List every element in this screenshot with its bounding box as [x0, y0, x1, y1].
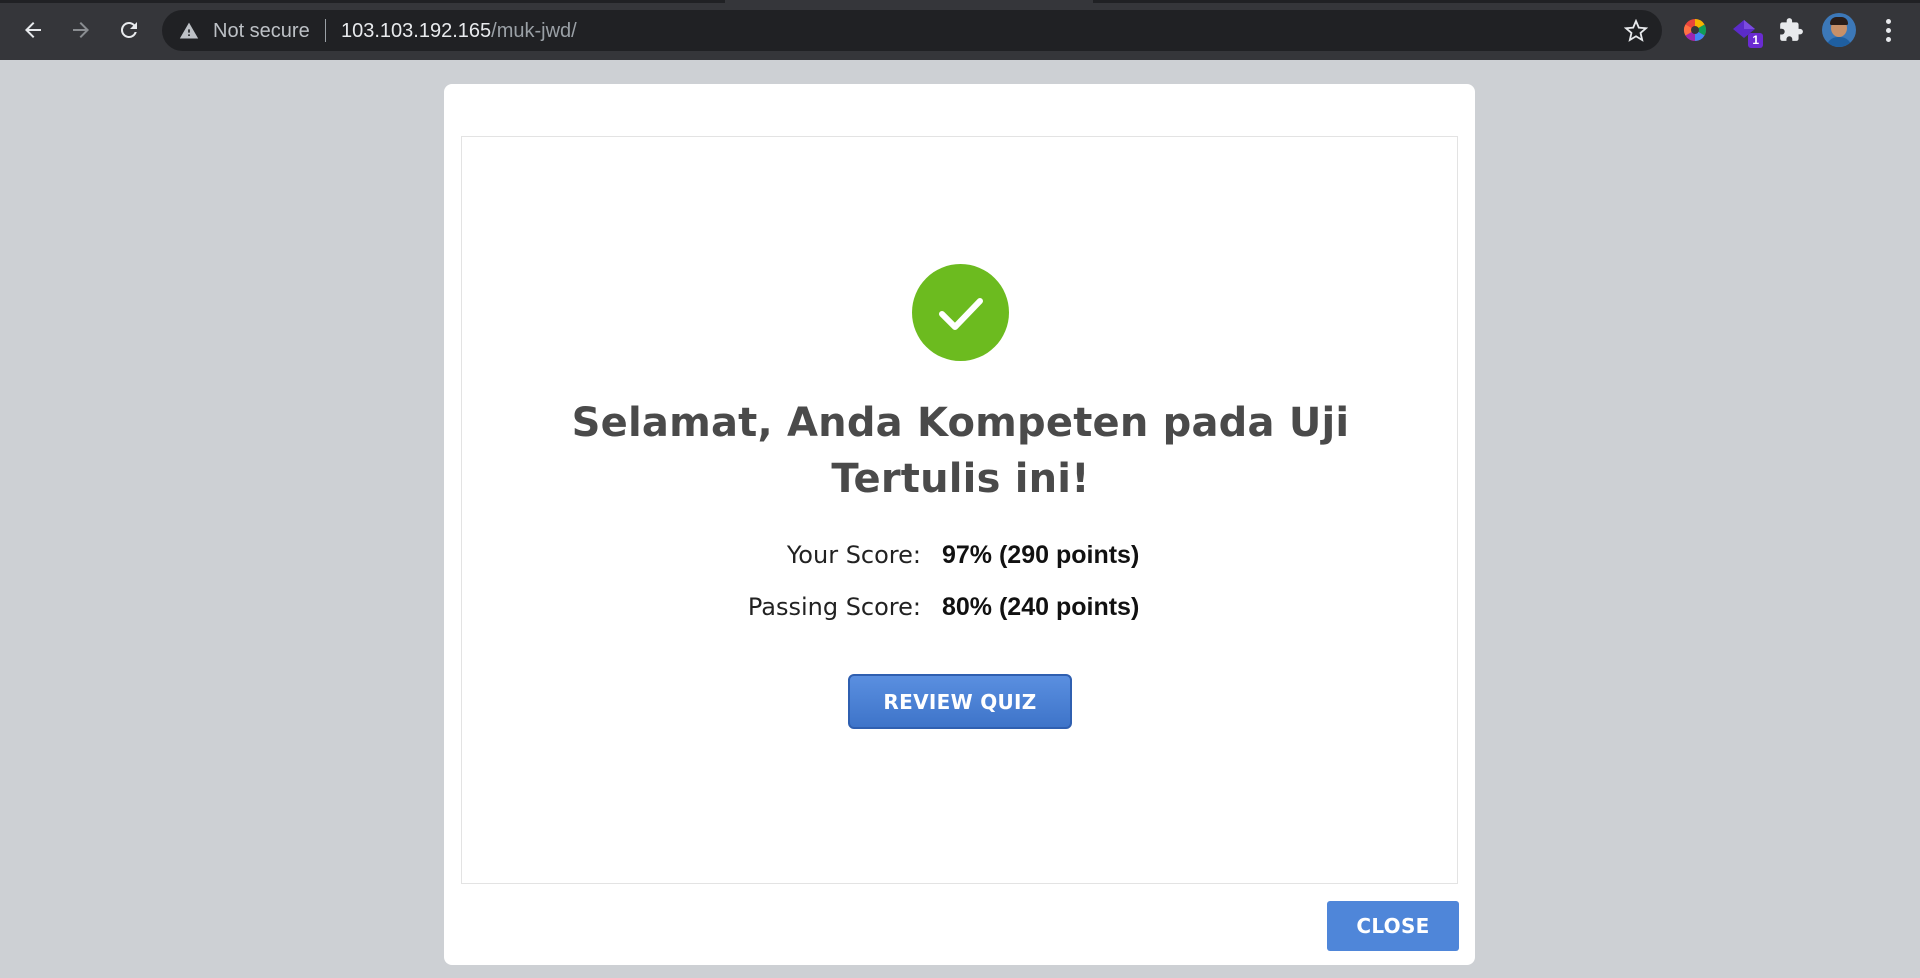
- browser-toolbar: Not secure 103.103.192.165/muk-jwd/ 1: [0, 0, 1920, 60]
- review-quiz-button[interactable]: REVIEW QUIZ: [848, 674, 1072, 729]
- result-title: Selamat, Anda Kompeten pada Uji Tertulis…: [571, 400, 1350, 502]
- success-badge: [912, 264, 1009, 361]
- reload-button[interactable]: [111, 12, 147, 48]
- warning-icon[interactable]: [179, 21, 199, 41]
- menu-dot: [1885, 36, 1891, 42]
- checkmark-icon: [938, 297, 983, 330]
- color-wheel-icon: [1684, 19, 1706, 41]
- quiz-result-dialog: Selamat, Anda Kompeten pada Uji Tertulis…: [444, 84, 1475, 965]
- forward-button[interactable]: [63, 12, 99, 48]
- url-text[interactable]: 103.103.192.165/muk-jwd/: [341, 20, 577, 43]
- extensions-button[interactable]: [1774, 13, 1808, 47]
- back-button[interactable]: [15, 12, 51, 48]
- star-icon[interactable]: [1624, 19, 1648, 43]
- profile-avatar[interactable]: [1822, 13, 1856, 47]
- your-score-label: Your Score:: [786, 541, 921, 569]
- color-wheel-extension[interactable]: [1678, 13, 1712, 47]
- forward-arrow-icon: [73, 22, 89, 38]
- avatar-hair: [1830, 17, 1848, 25]
- tab-strip-edge: [0, 0, 1920, 3]
- close-button[interactable]: CLOSE: [1327, 901, 1459, 951]
- omnibox-separator: [325, 19, 326, 42]
- menu-dot: [1885, 18, 1891, 24]
- passing-score-row: Passing Score: 80% (240 points): [462, 589, 1459, 625]
- your-score-row: Your Score: 97% (290 points): [462, 537, 1459, 573]
- your-score-value: 97% (290 points): [942, 541, 1140, 569]
- passing-score-value: 80% (240 points): [942, 593, 1140, 621]
- active-tab-edge: [725, 0, 1093, 3]
- reload-icon: [120, 21, 137, 38]
- purple-extension[interactable]: 1: [1727, 13, 1763, 48]
- back-arrow-icon: [25, 22, 41, 38]
- three-dots-icon[interactable]: [1872, 14, 1904, 46]
- passing-score-label: Passing Score:: [747, 593, 921, 621]
- menu-dot: [1885, 27, 1891, 33]
- url-host: 103.103.192.165: [341, 20, 492, 42]
- address-bar[interactable]: Not secure 103.103.192.165/muk-jwd/: [162, 10, 1662, 51]
- result-panel: Selamat, Anda Kompeten pada Uji Tertulis…: [461, 136, 1458, 884]
- avatar-shirt: [1826, 37, 1852, 47]
- url-path: /muk-jwd/: [491, 20, 577, 42]
- security-label[interactable]: Not secure: [213, 20, 310, 43]
- puzzle-icon: [1780, 18, 1803, 41]
- extension-badge: 1: [1748, 33, 1763, 48]
